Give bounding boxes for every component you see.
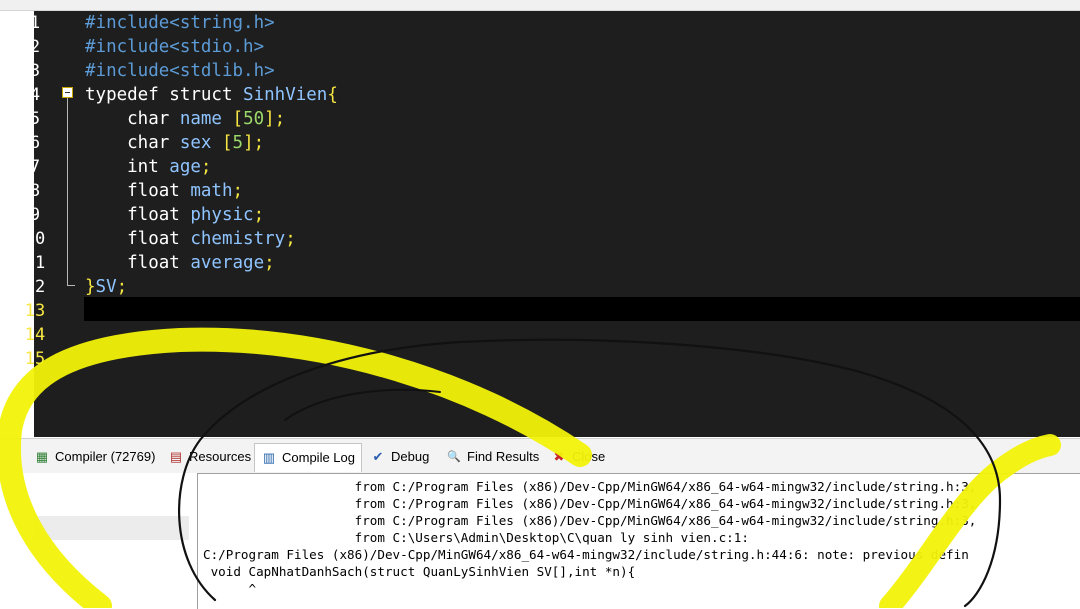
code-token: float xyxy=(85,205,191,225)
code-token: } xyxy=(85,277,96,297)
find-results-icon: 🔍 xyxy=(447,451,461,463)
line-number: 3 xyxy=(29,61,41,81)
code-token: age xyxy=(169,157,201,177)
tab-resources-label: Resources xyxy=(189,449,252,464)
window-top-strip xyxy=(0,0,1080,11)
code-token: name xyxy=(179,109,233,129)
code-token: [ xyxy=(232,109,244,129)
code-token: average xyxy=(190,253,265,273)
line-number: 12 xyxy=(24,277,46,297)
line-number: 6 xyxy=(29,133,41,153)
code-token: #include<stdlib.h> xyxy=(85,61,275,81)
tab-debug-label: Debug xyxy=(391,449,430,464)
code-token: ; xyxy=(232,181,244,201)
line-number: 14 xyxy=(24,325,46,345)
code-line[interactable]: typedef struct SinhVien{ xyxy=(85,83,338,107)
tab-debug[interactable]: ✔ Debug xyxy=(370,445,430,469)
tab-close[interactable]: ✖ Close xyxy=(551,445,606,469)
tab-find-results[interactable]: 🔍 Find Results xyxy=(446,445,539,469)
left-panel xyxy=(0,473,197,608)
log-line: void CapNhatDanhSach(struct QuanLySinhVi… xyxy=(203,564,636,579)
current-line-highlight xyxy=(84,297,1080,321)
fold-guide-end xyxy=(67,285,75,286)
log-line: from C:/Program Files (x86)/Dev-Cpp/MinG… xyxy=(203,513,977,528)
code-line[interactable]: #include<string.h> xyxy=(85,11,275,35)
tab-find-results-label: Find Results xyxy=(467,449,540,464)
line-number: 10 xyxy=(24,229,46,249)
log-line: from C:\Users\Admin\Desktop\C\quan ly si… xyxy=(203,530,749,545)
code-token: char xyxy=(85,133,180,153)
code-line[interactable]: int age; xyxy=(85,155,211,179)
code-line[interactable]: float chemistry; xyxy=(85,227,296,251)
line-number: 4 xyxy=(29,85,41,105)
code-line[interactable]: #include<stdlib.h> xyxy=(85,59,275,83)
line-number: 9 xyxy=(29,205,41,225)
code-token: ]; xyxy=(243,133,265,153)
code-token: SinhVien xyxy=(243,85,328,105)
left-panel-field[interactable] xyxy=(34,516,189,540)
tab-resources[interactable]: ▤ Resources xyxy=(168,445,251,469)
fold-guide-line xyxy=(67,98,68,285)
compile-log-output[interactable]: from C:/Program Files (x86)/Dev-Cpp/MinG… xyxy=(197,473,1080,609)
tab-close-label: Close xyxy=(572,449,606,464)
code-token: float xyxy=(85,229,191,249)
code-token: typedef struct xyxy=(85,85,244,105)
code-token: SV xyxy=(95,277,117,297)
code-token: [ xyxy=(221,133,233,153)
code-token: ]; xyxy=(264,109,286,129)
line-number: 5 xyxy=(29,109,41,129)
code-token: math xyxy=(190,181,233,201)
line-number: 2 xyxy=(29,37,41,57)
code-token: float xyxy=(85,181,191,201)
code-line[interactable]: char name [50]; xyxy=(85,107,285,131)
fold-collapse-icon[interactable] xyxy=(62,87,73,98)
code-line[interactable]: float physic; xyxy=(85,203,264,227)
line-number: 13 xyxy=(24,301,46,321)
code-line[interactable]: }SV; xyxy=(85,275,127,299)
tab-compile-log[interactable]: ▥ Compile Log xyxy=(254,443,362,472)
code-token: ; xyxy=(200,157,212,177)
code-token: #include<stdio.h> xyxy=(85,37,265,57)
resources-icon: ▤ xyxy=(169,449,183,464)
code-token: 50 xyxy=(243,109,265,129)
log-line: ^ xyxy=(203,581,257,596)
code-token: char xyxy=(85,109,180,129)
code-token: int xyxy=(85,157,170,177)
tab-compiler[interactable]: ▦ Compiler (72769) xyxy=(34,445,156,469)
bottom-panel-tabbar: ▦ Compiler (72769) ▤ Resources ▥ Compile… xyxy=(0,438,1080,473)
code-token: chemistry xyxy=(190,229,286,249)
line-number: 8 xyxy=(29,181,41,201)
code-line[interactable]: char sex [5]; xyxy=(85,131,264,155)
close-icon: ✖ xyxy=(553,449,565,464)
code-token: { xyxy=(327,85,338,105)
log-line: C:/Program Files (x86)/Dev-Cpp/MinGW64/x… xyxy=(203,547,969,562)
code-token: ; xyxy=(253,205,265,225)
code-line[interactable]: float average; xyxy=(85,251,275,275)
line-number: 7 xyxy=(29,157,41,177)
tab-compiler-label: Compiler (72769) xyxy=(55,449,156,464)
code-token: ; xyxy=(264,253,275,273)
tab-compile-log-label: Compile Log xyxy=(282,450,355,465)
line-number: 15 xyxy=(24,349,46,369)
code-token: sex xyxy=(179,133,222,153)
compiler-icon: ▦ xyxy=(35,449,49,464)
line-number: 11 xyxy=(24,253,46,273)
code-token: ; xyxy=(116,277,128,297)
code-line[interactable]: #include<stdio.h> xyxy=(85,35,264,59)
log-line: from C:/Program Files (x86)/Dev-Cpp/MinG… xyxy=(203,496,977,511)
code-token: 5 xyxy=(232,133,244,153)
code-token: physic xyxy=(190,205,254,225)
code-token: float xyxy=(85,253,191,273)
code-token: #include<string.h> xyxy=(85,13,275,33)
log-line: from C:/Program Files (x86)/Dev-Cpp/MinG… xyxy=(203,479,977,494)
line-number: 1 xyxy=(29,13,41,33)
debug-check-icon: ✔ xyxy=(372,449,384,464)
code-line[interactable]: float math; xyxy=(85,179,243,203)
compile-log-icon: ▥ xyxy=(262,450,276,465)
code-token: ; xyxy=(285,229,296,249)
